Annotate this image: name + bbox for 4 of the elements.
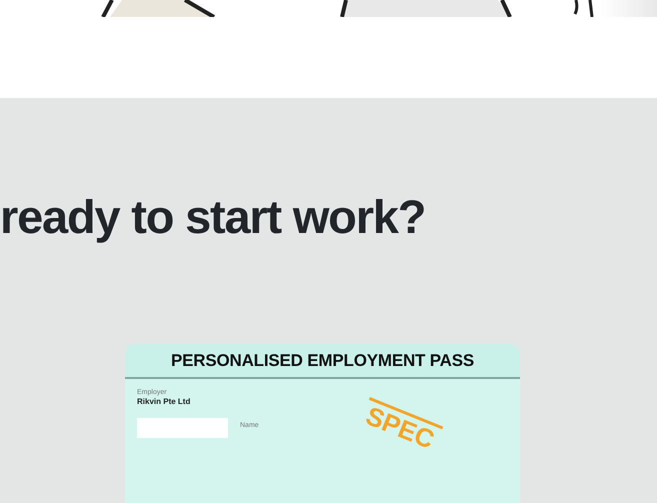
card-title: PERSONALISED EMPLOYMENT PASS [125,344,520,379]
employer-name: Rikvin Pte Ltd [137,397,192,406]
section-heading: ready to start work? [0,189,426,245]
specimen-stamp: SPEC [358,397,444,456]
